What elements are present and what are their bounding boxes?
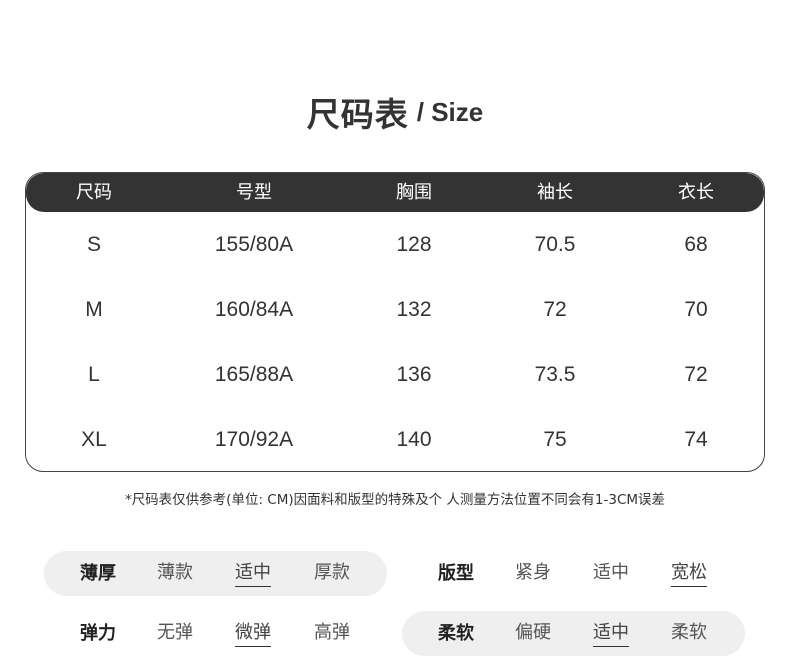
- option-slight-stretch-selected[interactable]: 微弹: [235, 621, 271, 647]
- option-regular[interactable]: 适中: [593, 561, 629, 587]
- cell-sleeve: 75: [543, 428, 567, 451]
- cell-length: 72: [684, 363, 708, 386]
- header-sleeve: 袖长: [537, 182, 573, 203]
- measurement-note: *尺码表仅供参考(单位: CM)因面料和版型的特殊及个 人测量方法位置不同会有1…: [124, 492, 666, 508]
- option-medium-selected[interactable]: 适中: [235, 561, 271, 587]
- cell-model: 155/80A: [214, 233, 294, 256]
- attribute-label: 柔软: [438, 623, 474, 644]
- cell-model: 165/88A: [214, 363, 294, 386]
- table-row: S 155/80A 128 70.5 68: [26, 212, 764, 277]
- size-table: 尺码 号型 胸围 袖长 衣长 S 155/80A 128 70.5 68 M 1…: [25, 172, 765, 472]
- header-model: 号型: [236, 182, 272, 203]
- table-row: XL 170/92A 140 75 74: [26, 407, 764, 471]
- cell-chest: 132: [396, 298, 432, 321]
- table-row: L 165/88A 136 73.5 72: [26, 342, 764, 407]
- option-soft[interactable]: 柔软: [671, 621, 707, 647]
- cell-length: 68: [684, 233, 708, 256]
- cell-chest: 136: [396, 363, 432, 386]
- title-chinese: 尺码表: [306, 95, 409, 134]
- attribute-elasticity: 弹力 无弹 微弹 高弹: [44, 611, 387, 656]
- size-chart-page: 尺码表 / Size 尺码 号型 胸围 袖长 衣长 S 155/80A 128 7…: [0, 0, 790, 656]
- table-row: M 160/84A 132 72 70: [26, 277, 764, 342]
- cell-size: L: [88, 363, 100, 386]
- title-english: / Size: [416, 96, 484, 127]
- attribute-label: 版型: [438, 563, 474, 584]
- attribute-softness: 柔软 偏硬 适中 柔软: [402, 611, 745, 656]
- cell-length: 74: [684, 428, 708, 451]
- header-size: 尺码: [76, 182, 112, 203]
- option-high-stretch[interactable]: 高弹: [314, 621, 350, 647]
- option-no-stretch[interactable]: 无弹: [157, 621, 193, 647]
- cell-chest: 128: [396, 233, 432, 256]
- cell-size: S: [86, 233, 101, 256]
- cell-sleeve: 70.5: [534, 233, 576, 256]
- cell-model: 160/84A: [214, 298, 294, 321]
- attribute-label: 弹力: [80, 623, 116, 644]
- option-tight[interactable]: 紧身: [515, 561, 551, 587]
- option-stiff[interactable]: 偏硬: [515, 621, 551, 647]
- header-chest: 胸围: [396, 182, 432, 203]
- option-medium-selected[interactable]: 适中: [593, 621, 629, 647]
- option-thick[interactable]: 厚款: [314, 561, 350, 587]
- attribute-label: 薄厚: [80, 563, 116, 584]
- cell-size: XL: [81, 428, 107, 451]
- cell-sleeve: 73.5: [534, 363, 576, 386]
- attribute-fit: 版型 紧身 适中 宽松: [402, 551, 745, 596]
- page-title: 尺码表 / Size: [0, 88, 790, 136]
- cell-length: 70: [684, 298, 708, 321]
- attribute-thickness: 薄厚 薄款 适中 厚款: [44, 551, 387, 596]
- cell-size: M: [85, 298, 103, 321]
- header-length: 衣长: [678, 182, 714, 203]
- cell-chest: 140: [396, 428, 432, 451]
- option-loose-selected[interactable]: 宽松: [671, 561, 707, 587]
- table-header: 尺码 号型 胸围 袖长 衣长: [26, 173, 764, 212]
- option-thin[interactable]: 薄款: [157, 561, 193, 587]
- cell-model: 170/92A: [214, 428, 294, 451]
- cell-sleeve: 72: [543, 298, 567, 321]
